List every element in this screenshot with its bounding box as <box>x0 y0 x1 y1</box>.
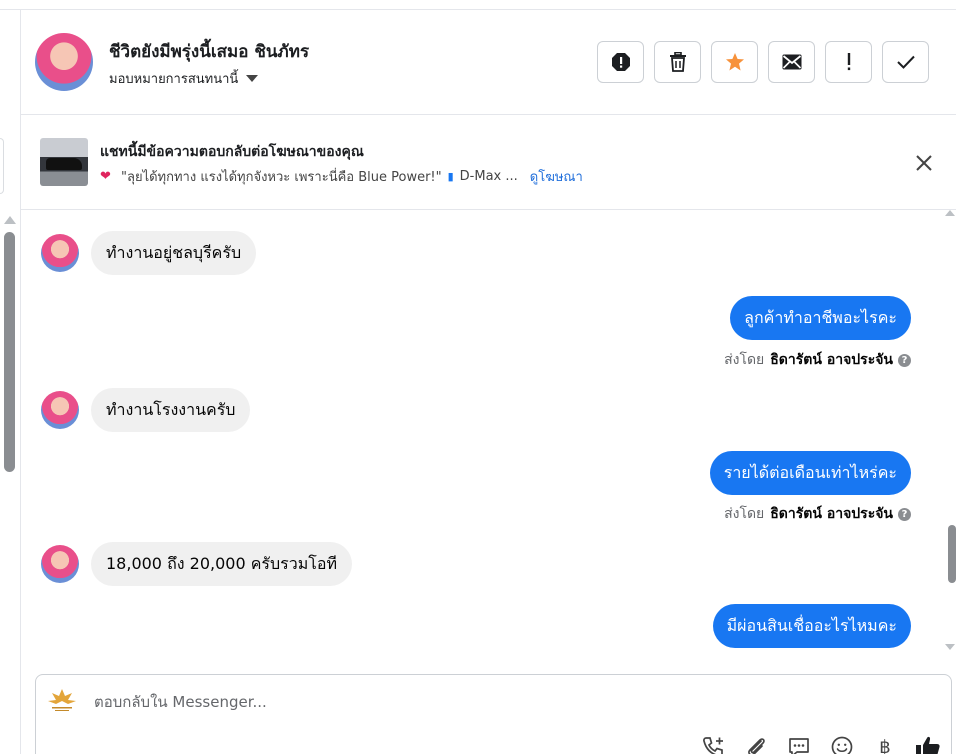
caret-down-icon <box>246 75 259 82</box>
check-icon <box>896 55 915 69</box>
ad-thumbnail[interactable] <box>40 138 88 186</box>
message-thread[interactable]: ​ ทำงานอยู่ชลบุรีครับ ลูกค้าทำอาชีพอะไรค… <box>21 210 939 662</box>
ad-model: D-Max ... <box>459 169 518 184</box>
scroll-up-arrow-icon[interactable] <box>945 210 955 216</box>
sent-by-line: ส่งโดย ธิดารัตน์ อาจประจัน ? <box>724 349 911 371</box>
message-outgoing[interactable]: มีผ่อนสินเชื่ออะไรไหมคะ <box>712 604 911 648</box>
rail-tab[interactable] <box>0 138 4 194</box>
top-border <box>0 0 956 10</box>
emoji-button[interactable] <box>829 735 855 754</box>
ad-text: "ลุยได้ทุกทาง แรงได้ทุกจังหวะ เพราะนี่คื… <box>121 170 442 185</box>
trash-icon <box>669 52 686 72</box>
thumbs-up-icon <box>916 736 940 754</box>
message-bubble[interactable]: ทำงานโรงงานครับ <box>91 388 251 432</box>
like-button[interactable] <box>915 735 941 754</box>
delete-button[interactable] <box>654 41 701 83</box>
message-incoming: ทำงานอยู่ชลบุรีครับ <box>41 231 257 275</box>
message-outgoing[interactable]: ลูกค้าทำอาชีพอะไรคะ <box>730 296 911 340</box>
sent-by-line: ส่งโดย ธิดารัตน์ อาจประจัน ? <box>724 503 911 525</box>
close-icon[interactable] <box>914 153 934 173</box>
view-ad-link[interactable]: ดูโฆษณา <box>530 166 583 187</box>
message-incoming: 18,000 ถึง 20,000 ครับรวมโอที <box>41 542 353 586</box>
mark-unread-button[interactable] <box>768 41 815 83</box>
contact-avatar[interactable] <box>35 33 93 91</box>
baht-icon: ฿ <box>879 736 891 754</box>
help-icon[interactable]: ? <box>898 353 911 367</box>
ad-banner-subtitle: ❤ "ลุยได้ทุกทาง แรงได้ทุกจังหวะ เพราะนี่… <box>100 166 583 187</box>
heart-emoji-icon: ❤ <box>100 168 111 184</box>
spam-icon <box>611 53 630 71</box>
composer-tools: ฿ <box>700 735 941 754</box>
reply-input[interactable] <box>94 693 694 711</box>
left-scrollbar-thumb[interactable] <box>4 232 15 472</box>
phone-add-icon <box>703 737 723 754</box>
contact-avatar-small[interactable] <box>41 545 79 583</box>
star-button[interactable] <box>711 41 758 83</box>
conversation-header: ชีวิตยังมีพรุ่งนี้เสมอ ชินภัทร มอบหมายกา… <box>21 10 956 115</box>
message-bubble[interactable]: 18,000 ถึง 20,000 ครับรวมโอที <box>91 542 353 586</box>
mark-done-button[interactable] <box>882 41 929 83</box>
message-bubble-icon <box>789 738 809 754</box>
sender-name: ธิดารัตน์ อาจประจัน <box>770 506 893 522</box>
help-icon[interactable]: ? <box>898 507 911 521</box>
mark-spam-button[interactable] <box>597 41 644 83</box>
left-rail <box>0 10 21 754</box>
saved-replies-button[interactable] <box>786 735 812 754</box>
message-incoming: ทำงานโรงงานครับ <box>41 388 251 432</box>
ad-banner-title: แชทนี้มีข้อความตอบกลับต่อโฆษณาของคุณ <box>100 144 364 160</box>
emoji-icon <box>831 736 853 754</box>
mail-icon <box>782 54 801 70</box>
reply-composer: ฿ <box>35 674 952 754</box>
paperclip-icon <box>748 738 765 754</box>
exclamation-icon <box>847 53 850 71</box>
sender-name: ธิดารัตน์ อาจประจัน <box>770 352 893 368</box>
attach-button[interactable] <box>743 735 769 754</box>
star-icon <box>725 53 744 71</box>
assign-label: มอบหมายการสนทนานี้ <box>109 72 239 87</box>
contact-avatar-small[interactable] <box>41 391 79 429</box>
right-scrollbar[interactable] <box>945 210 956 662</box>
follow-up-button[interactable] <box>825 41 872 83</box>
sent-by-label: ส่งโดย <box>724 506 765 522</box>
contact-avatar-small[interactable] <box>41 234 79 272</box>
assign-conversation-dropdown[interactable]: มอบหมายการสนทนานี้ <box>109 68 259 89</box>
message-outgoing[interactable]: รายได้ต่อเดือนเท่าไหร่คะ <box>709 451 911 495</box>
page-logo-icon <box>48 689 76 711</box>
message-bubble[interactable]: ทำงานอยู่ชลบุรีครับ <box>91 231 257 275</box>
contact-name[interactable]: ชีวิตยังมีพรุ่งนี้เสมอ ชินภัทร <box>109 38 309 65</box>
call-button[interactable] <box>700 735 726 754</box>
right-scrollbar-thumb[interactable] <box>948 525 956 583</box>
ad-reply-banner: แชทนี้มีข้อความตอบกลับต่อโฆษณาของคุณ ❤ "… <box>21 115 956 210</box>
scroll-down-arrow-icon[interactable] <box>945 644 955 650</box>
car-emoji-icon: ▮ <box>447 170 454 183</box>
payment-button[interactable]: ฿ <box>872 735 898 754</box>
sent-by-label: ส่งโดย <box>724 352 765 368</box>
header-actions <box>597 41 929 83</box>
scroll-up-arrow-icon[interactable] <box>4 216 16 224</box>
